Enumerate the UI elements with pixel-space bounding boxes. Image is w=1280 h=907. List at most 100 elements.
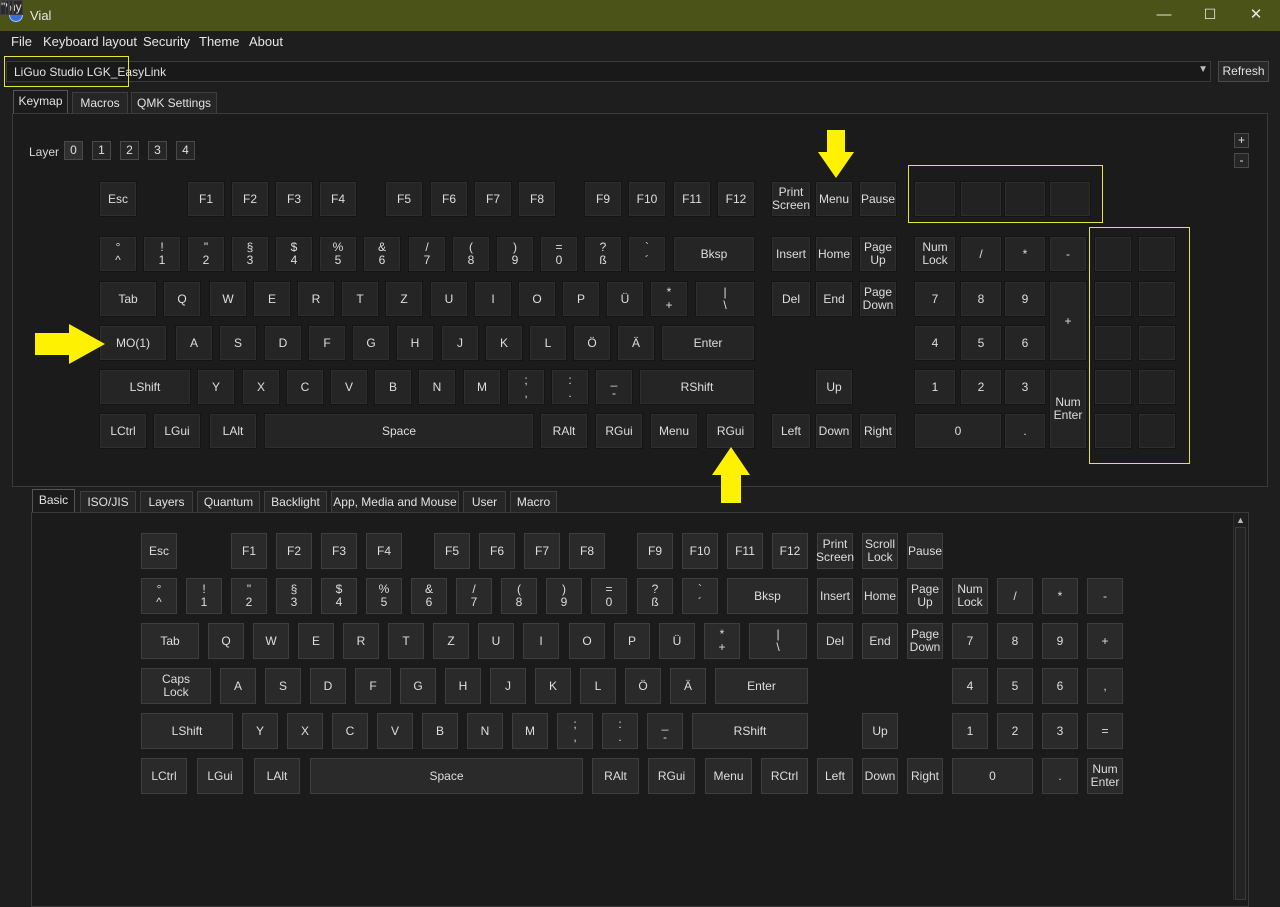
keymap-key-k54[interactable]: Ü bbox=[606, 281, 644, 317]
keymap-key-d[interactable]: D bbox=[264, 325, 302, 361]
basic-key-i[interactable]: I bbox=[523, 623, 559, 659]
keymap-key-k76[interactable]: Ö bbox=[573, 325, 611, 361]
basic-key-k68[interactable]: Ö bbox=[625, 668, 661, 704]
keymap-key-f2[interactable]: F2 bbox=[231, 181, 269, 217]
basic-key-esc[interactable]: Esc bbox=[141, 533, 177, 569]
layer-button-1[interactable]: 1 bbox=[92, 141, 111, 160]
keymap-key-f5[interactable]: F5 bbox=[385, 181, 423, 217]
keymap-key-4[interactable]: 4 bbox=[914, 325, 956, 361]
layer-button-3[interactable]: 3 bbox=[148, 141, 167, 160]
menu-about[interactable]: About bbox=[249, 34, 283, 49]
basic-key-m[interactable]: M bbox=[512, 713, 548, 749]
basic-key-k83[interactable]: ; , bbox=[557, 713, 593, 749]
basic-key-1[interactable]: 1 bbox=[952, 713, 988, 749]
basic-key-home[interactable]: Home bbox=[862, 578, 898, 614]
keymap-key-7[interactable]: / 7 bbox=[408, 236, 446, 272]
basic-key-v[interactable]: V bbox=[377, 713, 413, 749]
keymap-key-x[interactable]: X bbox=[242, 369, 280, 405]
keymap-key-f4[interactable]: F4 bbox=[319, 181, 357, 217]
basic-key-4[interactable]: 4 bbox=[952, 668, 988, 704]
basic-key-9[interactable]: 9 bbox=[1042, 623, 1078, 659]
keymap-key-f10[interactable]: F10 bbox=[628, 181, 666, 217]
basic-key-f11[interactable]: F11 bbox=[727, 533, 763, 569]
keymap-key-k55[interactable]: * + bbox=[650, 281, 688, 317]
keymap-key-lshift[interactable]: LShift bbox=[99, 369, 191, 405]
basic-key-f8[interactable]: F8 bbox=[569, 533, 605, 569]
basic-key-l[interactable]: L bbox=[580, 668, 616, 704]
basic-key-lctrl[interactable]: LCtrl bbox=[141, 758, 187, 794]
basic-key-rshift[interactable]: RShift bbox=[692, 713, 808, 749]
keymap-key-w[interactable]: W bbox=[209, 281, 247, 317]
basic-key-2[interactable]: 2 bbox=[997, 713, 1033, 749]
basic-key-r[interactable]: R bbox=[343, 623, 379, 659]
keymap-key-k38[interactable]: / bbox=[960, 236, 1002, 272]
device-select[interactable]: LiGuo Studio LGK_EasyLink ▼ bbox=[6, 61, 1211, 82]
basic-key-k85[interactable]: _ - bbox=[647, 713, 683, 749]
basic-key-k49[interactable]: * + bbox=[704, 623, 740, 659]
keymap-key-down[interactable]: Down bbox=[815, 413, 853, 449]
keymap-key-k40[interactable]: - bbox=[1049, 236, 1087, 272]
basic-key-q[interactable]: Q bbox=[208, 623, 244, 659]
basic-key-space[interactable]: Space bbox=[310, 758, 583, 794]
keymap-key-0[interactable]: 0 bbox=[914, 413, 1002, 449]
zoom-in-button[interactable]: + bbox=[1234, 133, 1249, 148]
basic-key-lalt[interactable]: LAlt bbox=[254, 758, 300, 794]
keymap-key-i[interactable]: I bbox=[474, 281, 512, 317]
basic-key-k35[interactable]: * bbox=[1042, 578, 1078, 614]
basic-key-insert[interactable]: Insert bbox=[817, 578, 853, 614]
keymap-key-o[interactable]: O bbox=[518, 281, 556, 317]
keymap-key-menu[interactable]: Menu bbox=[815, 181, 853, 217]
tab-user[interactable]: User bbox=[463, 491, 506, 513]
keymap-key-lock[interactable]: Num Lock bbox=[914, 236, 956, 272]
keymap-key-k56[interactable]: | \ bbox=[695, 281, 755, 317]
keymap-key-insert[interactable]: Insert bbox=[771, 236, 811, 272]
basic-key-enter[interactable]: Num Enter bbox=[1087, 758, 1123, 794]
tab-app-media-mouse[interactable]: App, Media and Mouse bbox=[331, 491, 459, 513]
keymap-key-k39[interactable]: * bbox=[1004, 236, 1046, 272]
basic-key-5[interactable]: 5 bbox=[997, 668, 1033, 704]
basic-key-o[interactable]: O bbox=[569, 623, 605, 659]
keymap-key-f12[interactable]: F12 bbox=[717, 181, 755, 217]
keymap-key-t[interactable]: T bbox=[341, 281, 379, 317]
keymap-key-m[interactable]: M bbox=[463, 369, 501, 405]
tab-quantum[interactable]: Quantum bbox=[197, 491, 260, 513]
basic-key-end[interactable]: End bbox=[862, 623, 898, 659]
keymap-key-k31[interactable]: ? ß bbox=[584, 236, 622, 272]
keymap-key-right[interactable]: Right bbox=[859, 413, 897, 449]
keymap-key-k32[interactable]: ` ´ bbox=[628, 236, 666, 272]
keymap-key-lalt[interactable]: LAlt bbox=[209, 413, 257, 449]
basic-key-p[interactable]: P bbox=[614, 623, 650, 659]
keymap-key-f[interactable]: F bbox=[308, 325, 346, 361]
basic-key-y[interactable]: Y bbox=[242, 713, 278, 749]
basic-key-k[interactable]: K bbox=[535, 668, 571, 704]
keymap-key-lgui[interactable]: LGui bbox=[153, 413, 201, 449]
keymap-key-u[interactable]: U bbox=[430, 281, 468, 317]
special-key-k95[interactable] bbox=[0, 0, 2, 2]
scroll-up-icon[interactable]: ▲ bbox=[1236, 515, 1245, 525]
keymap-key-bksp[interactable]: Bksp bbox=[673, 236, 755, 272]
keymap-key-l[interactable]: L bbox=[529, 325, 567, 361]
menu-file[interactable]: File bbox=[11, 34, 32, 49]
close-button[interactable]: ✕ bbox=[1233, 0, 1279, 31]
keymap-key-v[interactable]: V bbox=[330, 369, 368, 405]
keymap-key-pause[interactable]: Pause bbox=[859, 181, 897, 217]
keymap-key-space[interactable]: Space bbox=[264, 413, 534, 449]
keymap-key-g[interactable]: G bbox=[352, 325, 390, 361]
tab-layers[interactable]: Layers bbox=[140, 491, 193, 513]
keymap-key-k93[interactable]: : . bbox=[551, 369, 589, 405]
tab-backlight[interactable]: Backlight bbox=[264, 491, 327, 513]
keymap-key-2[interactable]: 2 bbox=[960, 369, 1002, 405]
basic-key-9[interactable]: ) 9 bbox=[546, 578, 582, 614]
basic-key-f6[interactable]: F6 bbox=[479, 533, 515, 569]
keymap-key-k92[interactable]: ; , bbox=[507, 369, 545, 405]
basic-key-6[interactable]: 6 bbox=[1042, 668, 1078, 704]
keymap-key-h[interactable]: H bbox=[396, 325, 434, 361]
basic-key-lgui[interactable]: LGui bbox=[197, 758, 243, 794]
basic-key-f3[interactable]: F3 bbox=[321, 533, 357, 569]
menu-keyboard-layout[interactable]: Keyboard layout bbox=[43, 34, 137, 49]
keymap-key-a[interactable]: A bbox=[175, 325, 213, 361]
keymap-key-lctrl[interactable]: LCtrl bbox=[99, 413, 147, 449]
basic-key-left[interactable]: Left bbox=[817, 758, 853, 794]
keymap-key-down[interactable]: Page Down bbox=[859, 281, 897, 317]
keymap-key-7[interactable]: 7 bbox=[914, 281, 956, 317]
